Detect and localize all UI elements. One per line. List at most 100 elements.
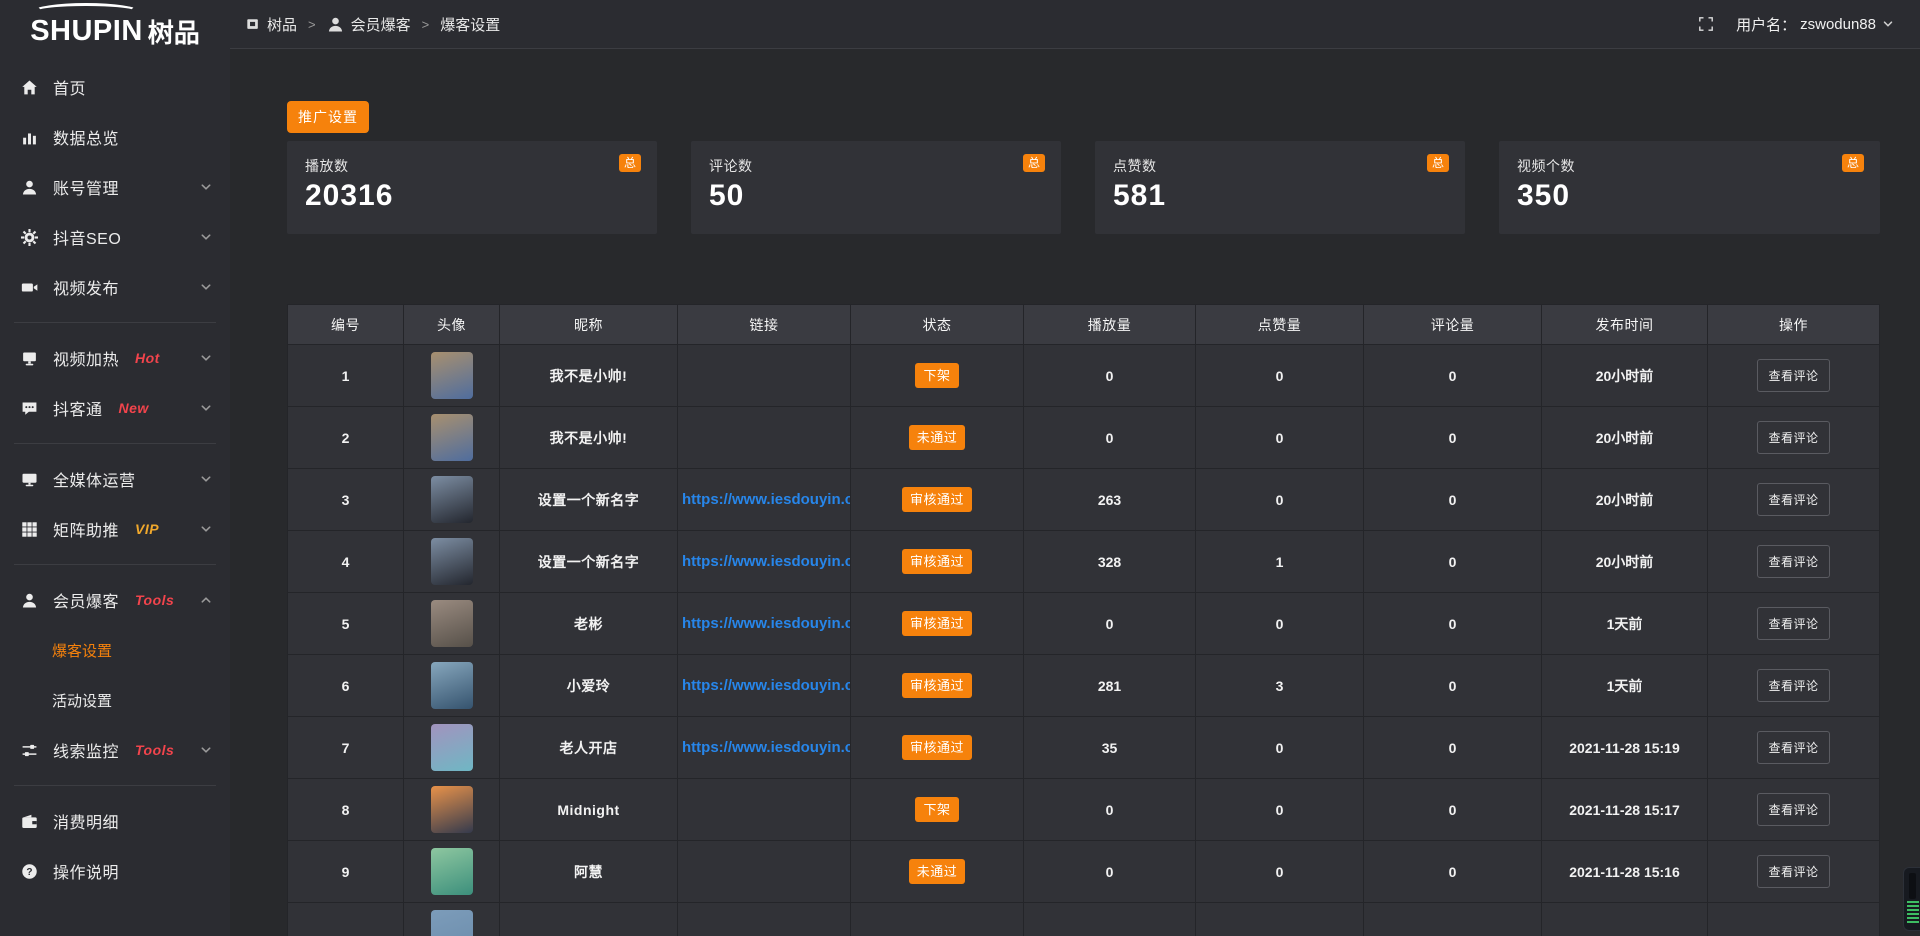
cell-comments: 0: [1364, 655, 1542, 717]
sidebar-item-operation-guide[interactable]: ?操作说明: [0, 846, 230, 896]
user-icon: [20, 592, 39, 609]
profile-link[interactable]: https://www.iesdouyin.com: [678, 553, 850, 570]
view-comments-button[interactable]: 查看评论: [1757, 545, 1829, 578]
table-row: 8Midnight下架0002021-11-28 15:17查看评论: [288, 779, 1880, 841]
cell-link: https://www.iesdouyin.com: [678, 717, 851, 779]
logo-text-en: SHUPIN: [30, 15, 143, 48]
cell-link: [678, 779, 851, 841]
user-menu[interactable]: 用户名： zswodun88: [1736, 14, 1894, 35]
cell-status: 下架: [851, 345, 1024, 407]
cell-comments: 0: [1364, 717, 1542, 779]
user-icon: [327, 16, 344, 33]
stat-card: 评论数50总: [691, 141, 1061, 234]
sidebar-item-member-baoke[interactable]: 会员爆客Tools: [0, 575, 230, 625]
divider: [14, 785, 216, 786]
sidebar-item-clue-monitor[interactable]: 线索监控Tools: [0, 725, 230, 775]
cell-avatar: [404, 903, 500, 936]
cell-likes: 0: [1196, 345, 1364, 407]
cell-avatar: [404, 779, 500, 841]
cell-plays: 263: [1024, 469, 1196, 531]
table-row: 3设置一个新名字https://www.iesdouyin.com审核通过263…: [288, 469, 1880, 531]
sidebar-item-video-heat[interactable]: 视频加热Hot: [0, 333, 230, 383]
screen-icon: [20, 350, 39, 367]
breadcrumb-item[interactable]: 爆客设置: [440, 14, 500, 35]
breadcrumb-label: 爆客设置: [440, 14, 500, 35]
sidebar-item-douyin-seo[interactable]: 抖音SEO: [0, 212, 230, 262]
cell-publish-time: 20小时前: [1542, 469, 1708, 531]
status-badge: 审核通过: [902, 735, 972, 761]
cell-id: 7: [288, 717, 404, 779]
sidebar-item-consumption-detail[interactable]: 消费明细: [0, 796, 230, 846]
sidebar-item-home[interactable]: 首页: [0, 62, 230, 112]
stat-value: 20316: [305, 179, 639, 213]
sidebar-subitem-activity-settings[interactable]: 活动设置: [0, 675, 230, 725]
cell-nickname: 我不是小帅!: [500, 345, 678, 407]
cell-link: [678, 903, 851, 936]
profile-link[interactable]: https://www.iesdouyin.com: [678, 615, 850, 632]
breadcrumb-separator: >: [308, 17, 316, 32]
cell-avatar: [404, 655, 500, 717]
sidebar: SHUPIN 树品 首页数据总览账号管理抖音SEO视频发布视频加热Hot抖客通N…: [0, 0, 230, 936]
stat-label: 播放数: [305, 156, 639, 176]
view-comments-button[interactable]: 查看评论: [1757, 731, 1829, 764]
nav-label: 首页: [53, 75, 86, 99]
cell-action: 查看评论: [1708, 469, 1880, 531]
cell-avatar: [404, 469, 500, 531]
view-comments-button[interactable]: 查看评论: [1757, 359, 1829, 392]
sidebar-item-all-media-operation[interactable]: 全媒体运营: [0, 454, 230, 504]
cell-id: 4: [288, 531, 404, 593]
breadcrumb-separator: >: [422, 17, 430, 32]
sidebar-item-data-overview[interactable]: 数据总览: [0, 112, 230, 162]
table-row: 7老人开店https://www.iesdouyin.com审核通过350020…: [288, 717, 1880, 779]
cell-action: 查看评论: [1708, 407, 1880, 469]
sidebar-item-video-publish[interactable]: 视频发布: [0, 262, 230, 312]
avatar: [431, 724, 473, 771]
fullscreen-icon[interactable]: [1698, 16, 1714, 32]
wallet-icon: [20, 813, 39, 830]
sidebar-nav: 首页数据总览账号管理抖音SEO视频发布视频加热Hot抖客通New 全媒体运营矩阵助…: [0, 62, 230, 896]
view-comments-button[interactable]: 查看评论: [1757, 483, 1829, 516]
status-badge: 下架: [915, 363, 958, 389]
sidebar-subitem-baoke-settings[interactable]: 爆客设置: [0, 625, 230, 675]
cell-nickname: Midnight: [500, 779, 678, 841]
breadcrumb: 树品 > 会员爆客 > 爆客设置: [246, 14, 500, 35]
topbar: 树品 > 会员爆客 > 爆客设置 用户名： zswodun88: [230, 0, 1920, 49]
cell-link: https://www.iesdouyin.com: [678, 531, 851, 593]
cell-id: 1: [288, 345, 404, 407]
cell-status: [851, 903, 1024, 936]
cell-action: 查看评论: [1708, 779, 1880, 841]
table-row: 9阿慧未通过0002021-11-28 15:16查看评论: [288, 841, 1880, 903]
promo-settings-button[interactable]: 推广设置: [287, 101, 369, 133]
status-badge: 审核通过: [902, 549, 972, 575]
app-logo[interactable]: SHUPIN 树品: [0, 0, 230, 62]
nav-badge: New: [119, 400, 149, 416]
chevron-up-icon: [200, 594, 212, 606]
status-badge: 审核通过: [902, 487, 972, 513]
profile-link[interactable]: https://www.iesdouyin.com: [678, 739, 850, 756]
floating-widget[interactable]: [1903, 867, 1920, 931]
home-icon: [20, 79, 39, 96]
view-comments-button[interactable]: 查看评论: [1757, 607, 1829, 640]
view-comments-button[interactable]: 查看评论: [1757, 669, 1829, 702]
table-row: 1我不是小帅!下架00020小时前查看评论: [288, 345, 1880, 407]
cell-status: 审核通过: [851, 531, 1024, 593]
sidebar-item-matrix-boost[interactable]: 矩阵助推VIP: [0, 504, 230, 554]
profile-link[interactable]: https://www.iesdouyin.com: [678, 677, 850, 694]
profile-link[interactable]: https://www.iesdouyin.com: [678, 491, 850, 508]
column-header: 点赞量: [1196, 305, 1364, 345]
view-comments-button[interactable]: 查看评论: [1757, 855, 1829, 888]
cell-publish-time: 20小时前: [1542, 407, 1708, 469]
cell-likes: 0: [1196, 779, 1364, 841]
view-comments-button[interactable]: 查看评论: [1757, 421, 1829, 454]
sidebar-item-douketong[interactable]: 抖客通New: [0, 383, 230, 433]
cell-plays: [1024, 903, 1196, 936]
view-comments-button[interactable]: 查看评论: [1757, 793, 1829, 826]
cell-plays: 0: [1024, 841, 1196, 903]
chat-icon: [20, 400, 39, 417]
cell-id: [288, 903, 404, 936]
breadcrumb-item[interactable]: 会员爆客: [327, 14, 411, 35]
nav-label: 消费明细: [53, 809, 119, 833]
breadcrumb-item[interactable]: 树品: [246, 14, 297, 35]
stat-label: 视频个数: [1517, 156, 1862, 176]
sidebar-item-account-management[interactable]: 账号管理: [0, 162, 230, 212]
